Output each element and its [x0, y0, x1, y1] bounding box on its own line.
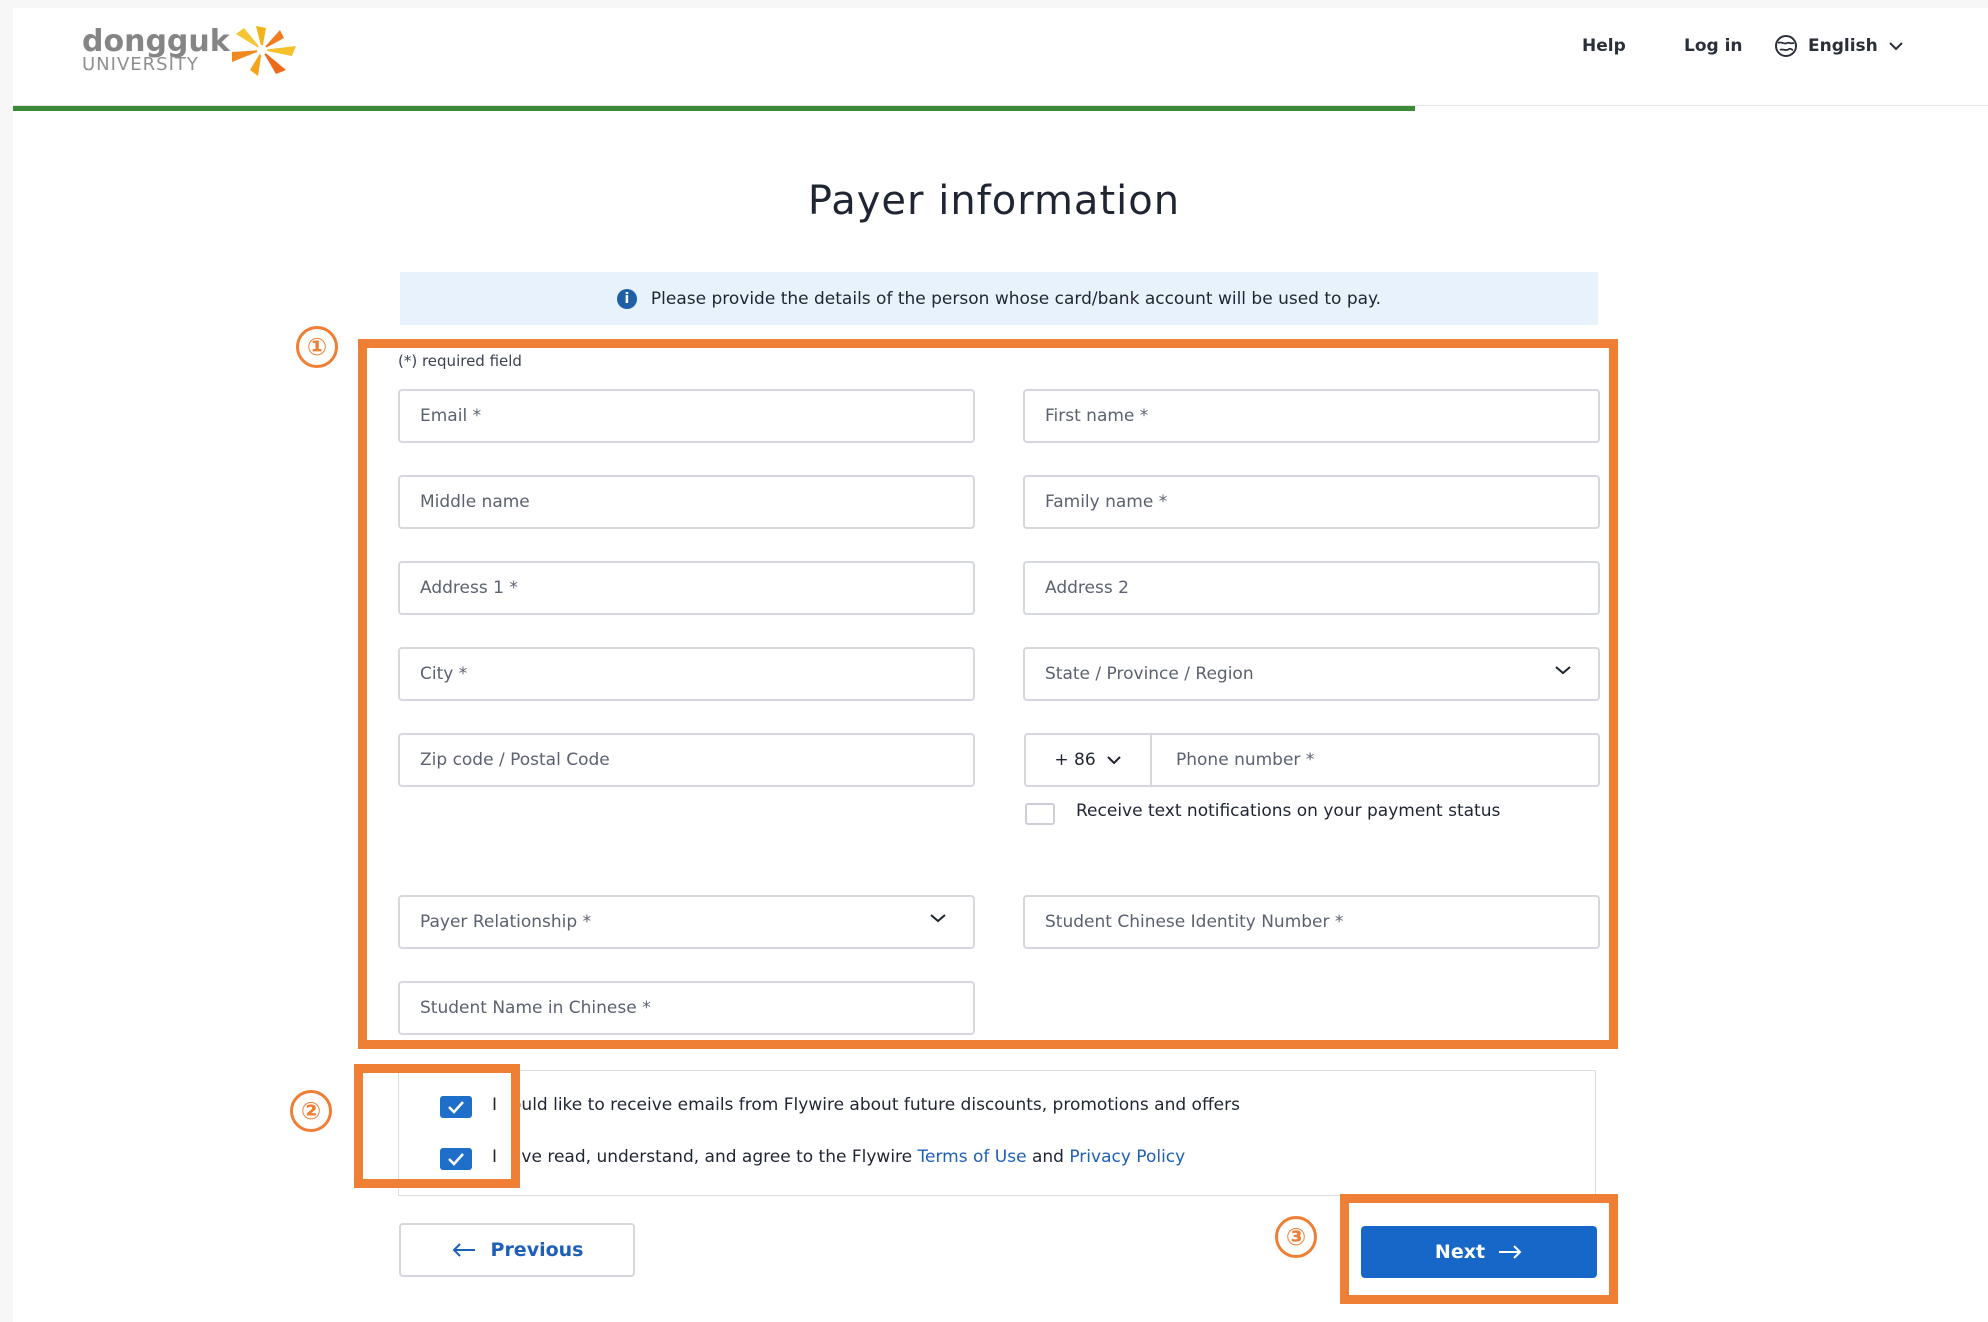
progress-bar [13, 106, 1415, 111]
terms-of-use-link[interactable]: Terms of Use [918, 1147, 1027, 1167]
language-label: English [1808, 36, 1878, 56]
callout-number-2: ② [290, 1090, 332, 1132]
info-banner: i Please provide the details of the pers… [400, 272, 1598, 325]
privacy-policy-link[interactable]: Privacy Policy [1069, 1147, 1185, 1167]
info-icon: i [616, 288, 637, 309]
callout-number-3: ③ [1275, 1216, 1317, 1258]
consent-panel [398, 1070, 1596, 1196]
page-frame-top [0, 0, 1988, 8]
callout-number-1: ① [296, 326, 338, 368]
language-selector[interactable]: English [1774, 34, 1904, 58]
previous-label: Previous [490, 1239, 584, 1261]
nav-help-link[interactable]: Help [1582, 34, 1626, 58]
callout-box-checkboxes [354, 1064, 520, 1188]
terms-agree-label: Iave read, understand, and agree to the … [492, 1145, 1185, 1169]
previous-button[interactable]: Previous [399, 1223, 635, 1277]
logo-flower-icon [232, 26, 296, 76]
page-title: Payer information [807, 178, 1181, 224]
nav-login-link[interactable]: Log in [1684, 34, 1743, 58]
callout-box-form-fields [358, 339, 1618, 1049]
info-banner-text: Please provide the details of the person… [650, 288, 1382, 309]
callout-box-next [1340, 1194, 1618, 1304]
arrow-left-icon [452, 1243, 475, 1257]
dongguk-logo[interactable]: dongguk UNIVERSITY [82, 22, 302, 82]
globe-icon [1775, 35, 1797, 57]
logo-sub: UNIVERSITY [82, 54, 199, 75]
chevron-down-icon [1889, 42, 1903, 51]
marketing-emails-label: Iould like to receive emails from Flywir… [492, 1093, 1240, 1117]
terms-and: and [1026, 1147, 1070, 1167]
terms-text: ave read, understand, and agree to the F… [511, 1147, 918, 1167]
marketing-emails-text: ould like to receive emails from Flywire… [511, 1095, 1240, 1115]
